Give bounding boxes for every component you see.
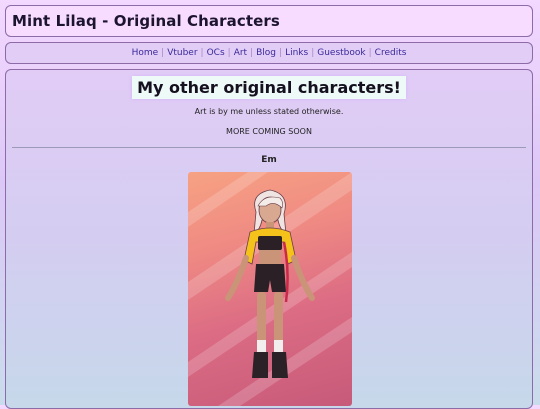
nav-guestbook[interactable]: Guestbook bbox=[314, 48, 368, 58]
nav-links[interactable]: Links bbox=[282, 48, 311, 58]
site-title: Mint Lilaq - Original Characters bbox=[12, 12, 280, 30]
main-content: My other original characters! Art is by … bbox=[5, 69, 533, 409]
divider bbox=[12, 147, 526, 148]
nav-bar: Home | Vtuber | OCs | Art | Blog | Links… bbox=[5, 42, 533, 64]
coming-soon-text: MORE COMING SOON bbox=[226, 127, 312, 136]
page-heading: My other original characters! bbox=[132, 76, 406, 99]
nav-home[interactable]: Home bbox=[129, 48, 162, 58]
nav-art[interactable]: Art bbox=[231, 48, 250, 58]
character-illustration bbox=[188, 172, 352, 406]
nav-vtuber[interactable]: Vtuber bbox=[164, 48, 200, 58]
nav-blog[interactable]: Blog bbox=[253, 48, 279, 58]
nav-credits[interactable]: Credits bbox=[372, 48, 410, 58]
art-credit-note: Art is by me unless stated otherwise. bbox=[194, 107, 344, 116]
nav-ocs[interactable]: OCs bbox=[204, 48, 228, 58]
character-name: Em bbox=[261, 155, 277, 165]
character-artwork[interactable] bbox=[188, 172, 352, 406]
site-header: Mint Lilaq - Original Characters bbox=[5, 5, 533, 37]
